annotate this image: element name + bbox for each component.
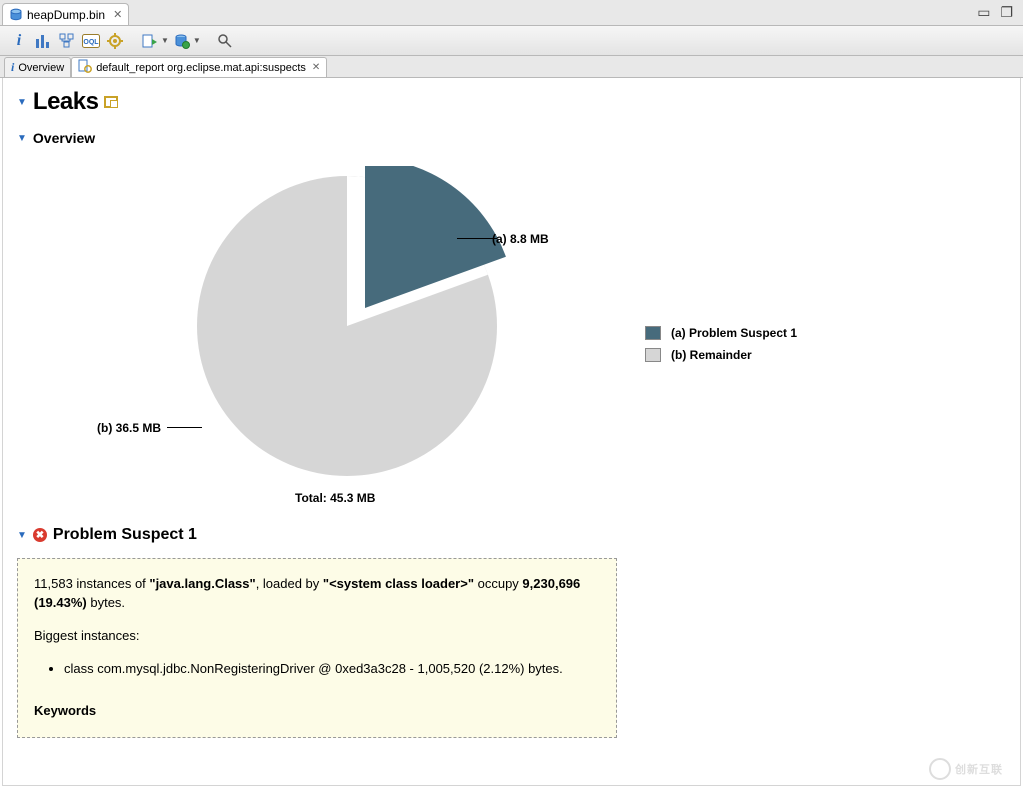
suspect-loader: "<system class loader>" bbox=[323, 576, 474, 591]
editor-tab-heapdump[interactable]: heapDump.bin ✕ bbox=[2, 3, 129, 25]
callout-a: (a) 8.8 MB bbox=[492, 232, 549, 246]
histogram-button[interactable] bbox=[32, 30, 54, 52]
text: bytes. bbox=[87, 595, 125, 610]
suspect-class: "java.lang.Class" bbox=[149, 576, 255, 591]
text: occupy bbox=[474, 576, 522, 591]
svg-text:OQL: OQL bbox=[83, 39, 99, 46]
section-leaks[interactable]: ▼ Leaks bbox=[17, 88, 1006, 116]
report-gear-icon bbox=[78, 59, 92, 76]
legend-label-a: (a) Problem Suspect 1 bbox=[671, 326, 797, 340]
close-icon[interactable]: ✕ bbox=[113, 8, 122, 21]
legend-swatch-icon bbox=[645, 348, 661, 362]
report-content[interactable]: ▼ Leaks ▼ Overview bbox=[2, 78, 1021, 786]
chart-total: Total: 45.3 MB bbox=[295, 491, 375, 505]
twisty-down-icon[interactable]: ▼ bbox=[17, 530, 27, 541]
suspect-detail-box: 11,583 instances of "java.lang.Class", l… bbox=[17, 558, 617, 738]
expand-frame-icon[interactable] bbox=[104, 96, 118, 108]
callout-b: (b) 36.5 MB bbox=[97, 421, 161, 435]
pie-chart: (a) 8.8 MB (b) 36.5 MB Total: 45.3 MB (a… bbox=[17, 156, 1006, 506]
text: 11,583 instances of bbox=[34, 576, 149, 591]
editor-tabbar-controls: ▭ ❐ bbox=[977, 0, 1023, 25]
gear-button[interactable] bbox=[104, 30, 126, 52]
callout-leader-a bbox=[457, 238, 497, 239]
twisty-down-icon[interactable]: ▼ bbox=[17, 133, 27, 144]
overview-heading: Overview bbox=[33, 130, 95, 146]
chevron-down-icon[interactable]: ▼ bbox=[193, 36, 201, 45]
legend-item-a: (a) Problem Suspect 1 bbox=[645, 326, 797, 340]
editor-tab-label: heapDump.bin bbox=[27, 8, 105, 22]
maximize-icon[interactable]: ❐ bbox=[1000, 4, 1013, 21]
info-icon: i bbox=[11, 60, 14, 75]
callout-leader-b bbox=[167, 427, 202, 428]
toolbar: i OQL ▼ ▼ bbox=[0, 26, 1023, 56]
biggest-instances-list: class com.mysql.jdbc.NonRegisteringDrive… bbox=[64, 660, 600, 679]
tab-report-label: default_report org.eclipse.mat.api:suspe… bbox=[96, 62, 306, 74]
info-button[interactable]: i bbox=[8, 30, 30, 52]
run-report-button[interactable] bbox=[139, 30, 161, 52]
tab-overview-label: Overview bbox=[18, 62, 64, 74]
query-db-button[interactable] bbox=[171, 30, 193, 52]
minimize-icon[interactable]: ▭ bbox=[977, 4, 990, 21]
pie-chart-svg bbox=[187, 166, 507, 486]
chart-legend: (a) Problem Suspect 1 (b) Remainder bbox=[645, 326, 797, 370]
tab-default-report[interactable]: default_report org.eclipse.mat.api:suspe… bbox=[71, 57, 327, 77]
text: , loaded by bbox=[256, 576, 323, 591]
tree-button[interactable] bbox=[56, 30, 78, 52]
legend-label-b: (b) Remainder bbox=[671, 348, 752, 362]
close-icon[interactable]: ✕ bbox=[312, 62, 320, 73]
editor-tabbar: heapDump.bin ✕ ▭ ❐ bbox=[0, 0, 1023, 26]
search-button[interactable] bbox=[214, 30, 236, 52]
error-icon: ✖ bbox=[33, 528, 47, 542]
chevron-down-icon[interactable]: ▼ bbox=[161, 36, 169, 45]
biggest-instances-label: Biggest instances: bbox=[34, 627, 600, 646]
list-item: class com.mysql.jdbc.NonRegisteringDrive… bbox=[64, 660, 600, 679]
suspect-heading: Problem Suspect 1 bbox=[53, 526, 197, 544]
keywords-heading: Keywords bbox=[34, 702, 600, 721]
section-problem-suspect[interactable]: ▼ ✖ Problem Suspect 1 bbox=[17, 526, 1006, 544]
twisty-down-icon[interactable]: ▼ bbox=[17, 97, 27, 108]
legend-swatch-icon bbox=[645, 326, 661, 340]
leaks-heading: Leaks bbox=[33, 88, 99, 116]
database-icon bbox=[9, 8, 23, 22]
suspect-summary: 11,583 instances of "java.lang.Class", l… bbox=[34, 575, 600, 613]
section-overview[interactable]: ▼ Overview bbox=[17, 130, 1006, 146]
tab-overview[interactable]: i Overview bbox=[4, 57, 71, 77]
inner-tabbar: i Overview default_report org.eclipse.ma… bbox=[0, 56, 1023, 78]
legend-item-b: (b) Remainder bbox=[645, 348, 797, 362]
oql-button[interactable]: OQL bbox=[80, 30, 102, 52]
